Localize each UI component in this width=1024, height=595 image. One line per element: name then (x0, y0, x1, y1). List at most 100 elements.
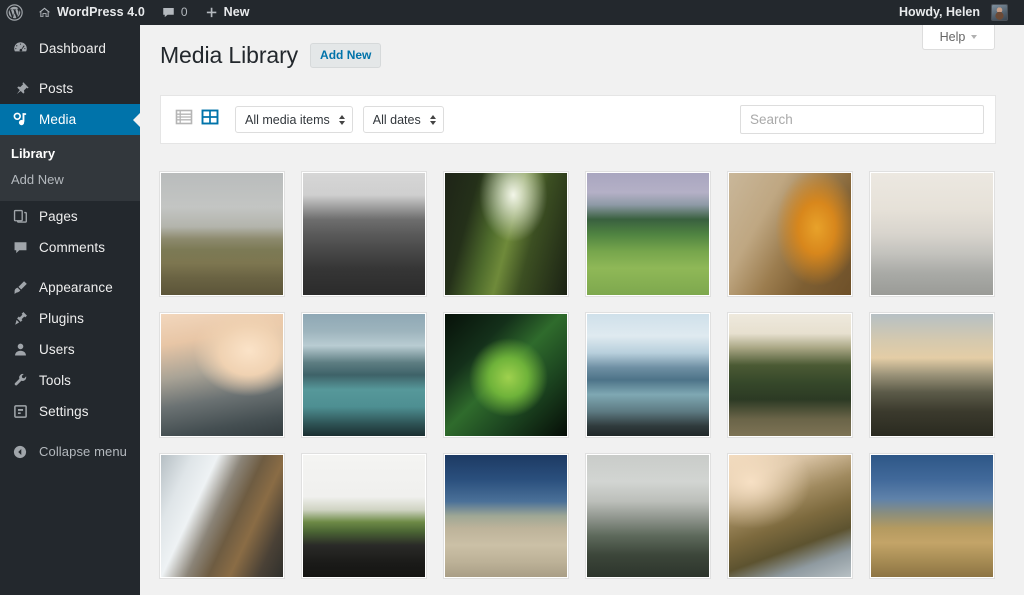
media-item[interactable] (301, 171, 427, 297)
media-thumbnail (587, 314, 709, 436)
plus-icon (204, 5, 219, 20)
sidebar-item-settings[interactable]: Settings (0, 396, 140, 427)
media-item[interactable] (727, 312, 853, 438)
sidebar-item-label: Pages (39, 210, 78, 224)
date-filter-value: All dates (373, 113, 421, 127)
media-item[interactable] (443, 312, 569, 438)
media-thumbnail (587, 173, 709, 295)
list-view-icon (174, 107, 194, 132)
comments-menu[interactable]: 0 (153, 0, 196, 25)
media-item[interactable] (159, 171, 285, 297)
collapse-arrow-icon (10, 442, 30, 462)
sidebar-item-label: Comments (39, 241, 105, 255)
media-item[interactable] (159, 453, 285, 579)
page-header: Media Library Add New (160, 42, 381, 70)
admin-bar-right: Howdy, Helen (891, 0, 1024, 25)
sidebar-item-plugins[interactable]: Plugins (0, 303, 140, 334)
sidebar-item-label: Dashboard (39, 42, 106, 56)
media-thumbnail (729, 173, 851, 295)
media-item[interactable] (727, 171, 853, 297)
my-account-menu[interactable]: Howdy, Helen (891, 0, 1016, 25)
media-item[interactable] (585, 312, 711, 438)
dashboard-icon (10, 39, 30, 59)
sidebar-item-comments[interactable]: Comments (0, 232, 140, 263)
select-arrows-icon (339, 115, 345, 125)
sidebar-item-posts[interactable]: Posts (0, 73, 140, 104)
media-type-filter-value: All media items (245, 113, 330, 127)
page-title: Media Library (160, 42, 298, 70)
pages-icon (10, 207, 30, 227)
media-type-filter-select[interactable]: All media items (235, 106, 353, 133)
site-name-menu[interactable]: WordPress 4.0 (29, 0, 153, 25)
media-item[interactable] (585, 171, 711, 297)
settings-icon (10, 402, 30, 422)
submenu-item-label: Library (11, 146, 55, 161)
media-item[interactable] (869, 312, 995, 438)
media-thumbnail (161, 314, 283, 436)
view-mode-switcher (172, 108, 221, 131)
help-tab-button[interactable]: Help (922, 25, 995, 50)
sidebar-item-users[interactable]: Users (0, 334, 140, 365)
media-thumbnail (729, 455, 851, 577)
media-thumbnail (445, 455, 567, 577)
add-new-media-button[interactable]: Add New (310, 43, 381, 68)
media-icon (10, 110, 30, 130)
admin-bar-left: WordPress 4.0 0 New (0, 0, 258, 25)
new-content-menu[interactable]: New (196, 0, 258, 25)
search-input[interactable] (740, 105, 984, 134)
media-thumbnail (729, 314, 851, 436)
media-item[interactable] (869, 453, 995, 579)
select-arrows-icon (430, 115, 436, 125)
sidebar-item-label: Media (39, 113, 76, 127)
grid-view-button[interactable] (198, 108, 221, 131)
media-item[interactable] (301, 453, 427, 579)
help-tab-label: Help (940, 30, 966, 44)
howdy-label: Howdy, Helen (899, 0, 986, 25)
sidebar-item-dashboard[interactable]: Dashboard (0, 33, 140, 64)
sidebar-item-appearance[interactable]: Appearance (0, 272, 140, 303)
media-submenu: Library Add New (0, 135, 140, 201)
sidebar-item-media[interactable]: Media (0, 104, 140, 135)
sidebar-item-library[interactable]: Library (0, 141, 140, 167)
sidebar-item-add-new-media[interactable]: Add New (0, 167, 140, 193)
list-view-button[interactable] (172, 108, 195, 131)
media-thumbnail (871, 173, 993, 295)
media-item[interactable] (869, 171, 995, 297)
media-item[interactable] (585, 453, 711, 579)
sidebar-item-pages[interactable]: Pages (0, 201, 140, 232)
submenu-item-label: Add New (11, 172, 64, 187)
media-thumbnail (303, 455, 425, 577)
pin-icon (10, 79, 30, 99)
media-item[interactable] (443, 171, 569, 297)
media-thumbnail (445, 314, 567, 436)
media-item[interactable] (727, 453, 853, 579)
wrench-icon (10, 371, 30, 391)
grid-view-icon (200, 107, 220, 132)
menu-separator (0, 263, 140, 272)
sidebar-item-label: Plugins (39, 312, 84, 326)
media-item[interactable] (301, 312, 427, 438)
media-thumbnail (303, 314, 425, 436)
collapse-menu-button[interactable]: Collapse menu (0, 436, 140, 467)
wordpress-logo-menu[interactable] (0, 0, 29, 25)
media-thumbnail (871, 455, 993, 577)
comment-bubble-icon (10, 238, 30, 258)
main-content-area: Help Media Library Add New (140, 25, 1024, 595)
comments-count: 0 (181, 0, 188, 25)
date-filter-select[interactable]: All dates (363, 106, 444, 133)
new-content-label: New (224, 0, 250, 25)
media-item[interactable] (443, 453, 569, 579)
admin-bar: WordPress 4.0 0 New (0, 0, 1024, 25)
home-icon (37, 5, 52, 20)
chevron-down-icon (971, 35, 977, 39)
media-thumbnail (445, 173, 567, 295)
wordpress-admin-screen: WordPress 4.0 0 New (0, 0, 1024, 595)
media-item[interactable] (159, 312, 285, 438)
site-name-label: WordPress 4.0 (57, 0, 145, 25)
sidebar-item-tools[interactable]: Tools (0, 365, 140, 396)
plugin-icon (10, 309, 30, 329)
admin-sidebar-menu: Dashboard Posts Media (0, 25, 140, 595)
menu-separator (0, 64, 140, 73)
wordpress-logo-icon (6, 4, 23, 21)
media-thumbnail (871, 314, 993, 436)
